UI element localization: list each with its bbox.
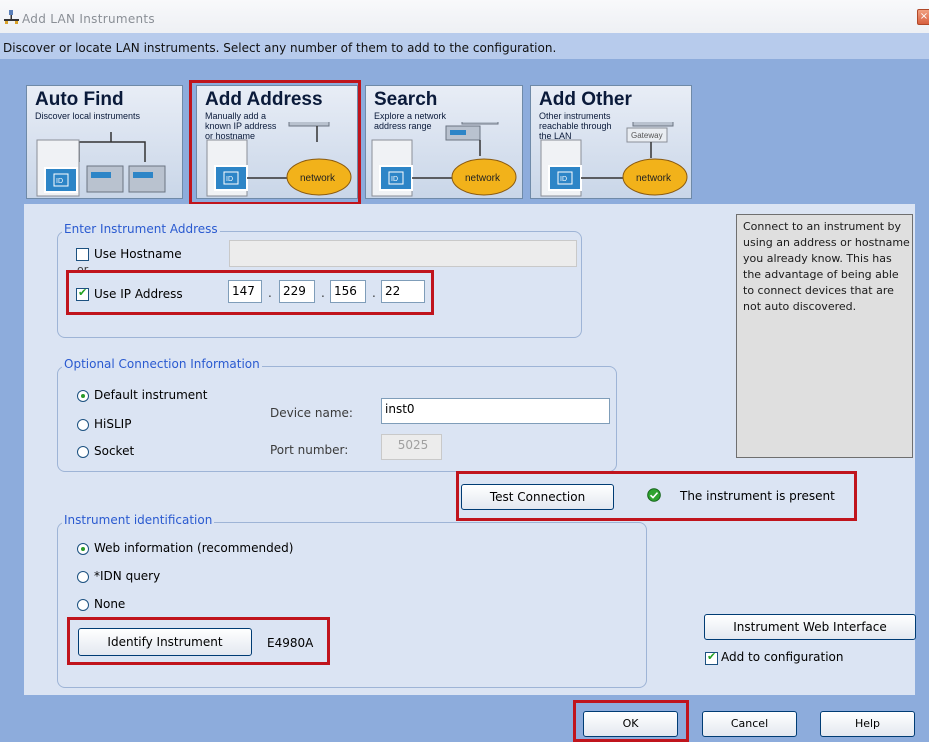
test-connection-highlight: [456, 471, 857, 521]
web-information-label: Web information (recommended): [94, 541, 294, 555]
mode-auto-find[interactable]: Auto Find Discover local instruments ID: [26, 85, 183, 199]
id-tag: ID: [391, 176, 398, 183]
optional-group-label: Optional Connection Information: [62, 357, 262, 371]
id-tag: ID: [560, 176, 567, 183]
add-to-configuration-label: Add to configuration: [721, 650, 844, 664]
gateway-tag: Gateway: [631, 131, 663, 140]
mode-desc: Discover local instruments: [35, 111, 141, 121]
socket-label: Socket: [94, 444, 135, 458]
auto-find-illustration: ID: [36, 132, 166, 197]
ok-highlight: [573, 700, 689, 742]
identify-instrument-highlight: [67, 617, 330, 665]
instrument-web-interface-button[interactable]: Instrument Web Interface: [704, 614, 916, 640]
help-text: Connect to an instrument by using an add…: [743, 220, 910, 313]
network-tag: network: [465, 173, 501, 184]
hostname-input[interactable]: [229, 240, 577, 267]
help-box: Connect to an instrument by using an add…: [736, 214, 913, 458]
lan-icon: [4, 10, 19, 24]
mode-title: Auto Find: [35, 89, 124, 110]
mode-title: Search: [374, 89, 438, 110]
port-number-input[interactable]: 5025: [381, 434, 442, 460]
default-instrument-label: Default instrument: [94, 388, 208, 402]
cancel-button[interactable]: Cancel: [702, 711, 797, 737]
add-other-illustration: Gateway ID network: [540, 122, 688, 197]
use-hostname-checkbox[interactable]: [76, 248, 89, 261]
radio-idn-query[interactable]: [77, 571, 89, 583]
network-tag: network: [636, 173, 672, 184]
port-number-label: Port number:: [270, 443, 349, 457]
search-illustration: ID network: [371, 122, 517, 197]
hislip-label: HiSLIP: [94, 417, 132, 431]
close-button[interactable]: ×: [917, 9, 929, 25]
selected-mode-highlight: [189, 80, 361, 205]
radio-web-information[interactable]: [77, 543, 89, 555]
help-button[interactable]: Help: [820, 711, 915, 737]
radio-default-instrument[interactable]: [77, 390, 89, 402]
radio-none[interactable]: [77, 599, 89, 611]
device-name-input[interactable]: inst0: [381, 398, 610, 424]
id-tag: ID: [56, 178, 63, 185]
idn-query-label: *IDN query: [94, 569, 161, 583]
identification-group-label: Instrument identification: [62, 513, 215, 527]
mode-search[interactable]: Search Explore a network address range I…: [365, 85, 523, 199]
ip-address-highlight: [66, 270, 434, 315]
radio-hislip[interactable]: [77, 419, 89, 431]
mode-title: Add Other: [539, 89, 632, 110]
intro-text: Discover or locate LAN instruments. Sele…: [3, 41, 557, 55]
radio-socket[interactable]: [77, 446, 89, 458]
add-to-configuration-checkbox[interactable]: [705, 650, 718, 665]
window-title: Add LAN Instruments: [22, 12, 155, 26]
device-name-label: Device name:: [270, 406, 353, 420]
use-hostname-label: Use Hostname: [94, 247, 182, 261]
none-label: None: [94, 597, 126, 611]
mode-add-other[interactable]: Add Other Other instruments reachable th…: [530, 85, 692, 199]
address-group-label: Enter Instrument Address: [62, 222, 220, 236]
